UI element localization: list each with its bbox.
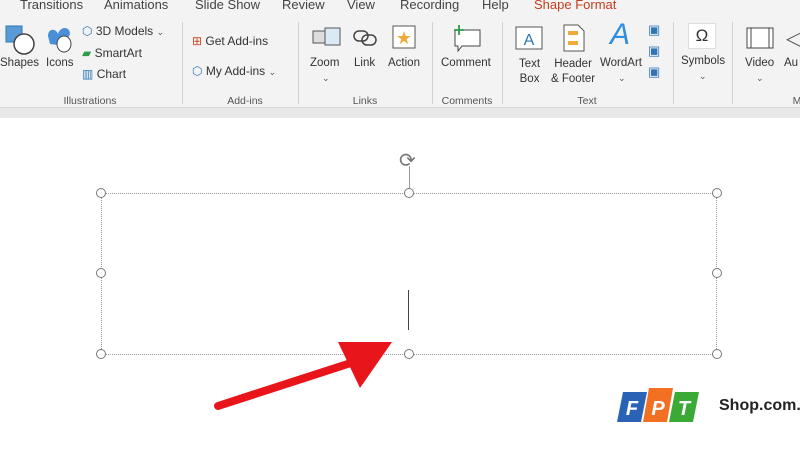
separator — [502, 22, 503, 104]
link-icon — [353, 30, 377, 46]
smartart-label: SmartArt — [94, 46, 142, 60]
separator — [298, 22, 299, 104]
shapes-button[interactable]: Shapes — [0, 57, 39, 69]
header-footer-icon — [563, 24, 585, 52]
get-add-ins-button[interactable]: ⊞ Get Add-ins — [192, 34, 268, 48]
rotate-handle-icon[interactable]: ⟳ — [399, 148, 416, 173]
tab-animations[interactable]: Animations — [104, 0, 168, 12]
object-icon[interactable]: ▣ — [648, 64, 660, 80]
group-label-text: Text — [577, 95, 597, 107]
chevron-down-icon: ⌄ — [699, 71, 707, 81]
svg-text:A: A — [524, 32, 535, 49]
ribbon: Transitions Animations Slide Show Review… — [0, 0, 800, 108]
tab-recording[interactable]: Recording — [400, 0, 459, 12]
slide-number-icon[interactable]: ▣ — [648, 43, 660, 59]
zoom-button[interactable]: Zoom — [310, 57, 339, 69]
comment-button[interactable]: Comment — [441, 57, 491, 69]
audio-button[interactable]: Au — [784, 57, 798, 69]
tab-slide-show[interactable]: Slide Show — [195, 0, 260, 12]
my-add-ins-button[interactable]: ⬡ My Add-ins ⌄ — [192, 64, 276, 78]
shapes-icon — [5, 25, 35, 55]
svg-text:★: ★ — [396, 28, 412, 48]
chevron-down-icon: ⌄ — [618, 73, 626, 83]
action-button[interactable]: Action — [388, 57, 420, 69]
action-icon: ★ — [392, 25, 416, 49]
3d-models-button[interactable]: ⬡ 3D Models ⌄ — [82, 24, 164, 38]
svg-text:P: P — [651, 398, 665, 420]
separator — [732, 22, 733, 104]
chevron-down-icon: ⌄ — [756, 73, 764, 83]
chart-button[interactable]: ▥ Chart — [82, 67, 126, 81]
chart-label: Chart — [96, 67, 127, 81]
ribbon-shadow — [0, 108, 800, 118]
fpt-shop-logo: F P T Shop.com.vn — [615, 386, 800, 426]
group-label-illustrations: Illustrations — [63, 95, 117, 107]
group-label-media: M — [792, 95, 800, 107]
icons-button[interactable]: Icons — [46, 57, 74, 69]
tab-view[interactable]: View — [347, 0, 375, 12]
resize-handle[interactable] — [96, 268, 106, 278]
3d-models-label: 3D Models — [95, 24, 154, 38]
group-label-links: Links — [352, 95, 378, 107]
date-time-icon[interactable]: ▣ — [648, 22, 660, 38]
tab-help[interactable]: Help — [482, 0, 509, 12]
header-footer-button[interactable]: Header & Footer — [551, 57, 595, 87]
video-icon — [746, 27, 774, 49]
tab-transitions[interactable]: Transitions — [20, 0, 83, 12]
red-arrow-annotation — [214, 342, 392, 410]
group-label-comments: Comments — [441, 95, 493, 107]
header-footer-label: Header — [554, 58, 592, 70]
resize-handle[interactable] — [96, 349, 106, 359]
zoom-icon — [312, 27, 341, 46]
wordart-icon: A — [610, 18, 631, 51]
text-box-label: Box — [519, 73, 540, 85]
link-button[interactable]: Link — [354, 57, 375, 69]
svg-text:F: F — [626, 398, 639, 420]
smartart-button[interactable]: ▰ SmartArt — [82, 46, 142, 60]
chevron-down-icon: ⌄ — [322, 73, 330, 83]
tab-review[interactable]: Review — [282, 0, 325, 12]
shop-site-label: Shop.com.vn — [719, 397, 800, 414]
get-add-ins-label: Get Add-ins — [205, 34, 269, 48]
text-cursor — [408, 290, 409, 330]
symbols-button[interactable]: Symbols — [681, 55, 725, 67]
group-label-add-ins: Add-ins — [227, 95, 263, 107]
tab-shape-format[interactable]: Shape Format — [534, 0, 616, 12]
separator — [673, 22, 674, 104]
video-button[interactable]: Video — [745, 57, 774, 69]
omega-icon: Ω — [688, 23, 716, 49]
resize-handle[interactable] — [712, 188, 722, 198]
svg-text:T: T — [678, 398, 692, 420]
resize-handle[interactable] — [96, 188, 106, 198]
resize-handle[interactable] — [404, 188, 414, 198]
text-box-label: Text — [519, 58, 541, 70]
audio-icon: ◁ — [786, 28, 800, 50]
header-footer-label: & Footer — [551, 73, 596, 85]
my-add-ins-label: My Add-ins — [205, 64, 266, 78]
separator — [432, 22, 433, 104]
text-box-icon: A — [515, 26, 543, 50]
fpt-logo-icon: F P T — [617, 388, 699, 422]
resize-handle[interactable] — [712, 349, 722, 359]
wordart-button[interactable]: WordArt — [600, 57, 642, 69]
icons-icon — [48, 28, 72, 53]
resize-handle[interactable] — [712, 268, 722, 278]
separator — [182, 22, 183, 104]
text-box-button[interactable]: Text Box — [519, 57, 540, 87]
comment-icon — [454, 25, 481, 52]
